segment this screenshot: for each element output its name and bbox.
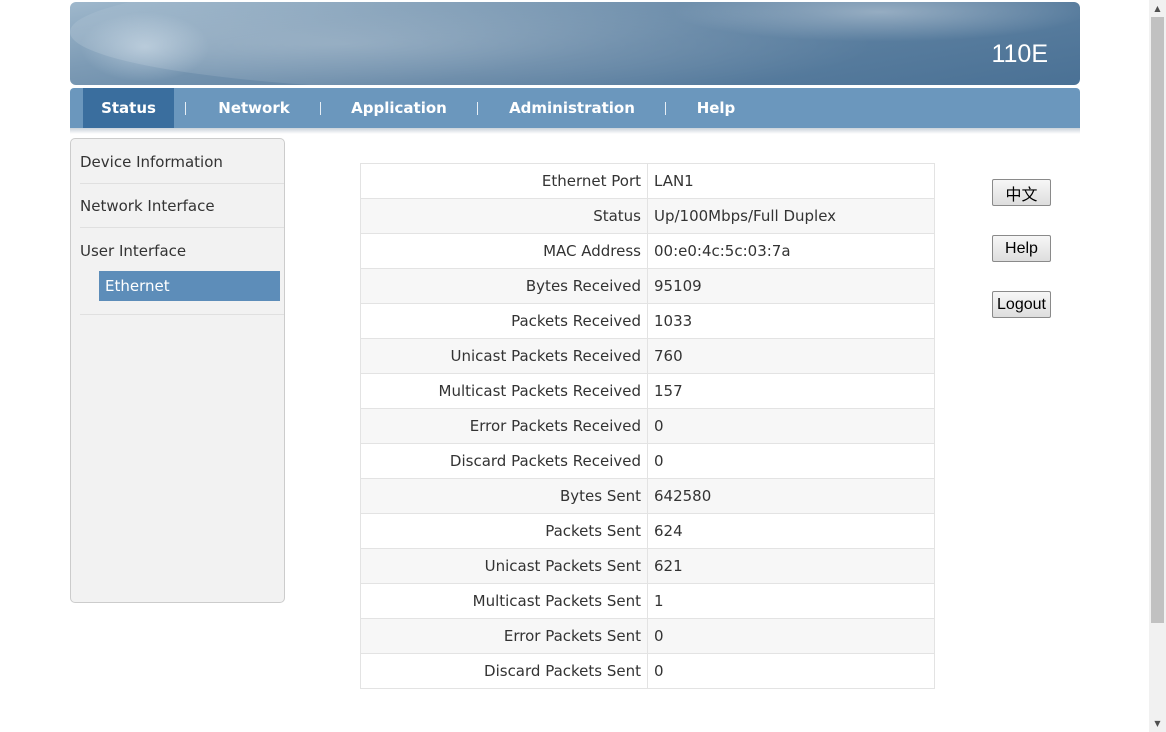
stat-label: Error Packets Received: [360, 408, 648, 444]
table-row: Discard Packets Received 0: [360, 443, 935, 479]
stat-value: Up/100Mbps/Full Duplex: [647, 198, 935, 234]
nav-status[interactable]: Status: [83, 88, 174, 128]
stat-label: Status: [360, 198, 648, 234]
nav-separator: [320, 102, 321, 115]
stat-value: 760: [647, 338, 935, 374]
stat-label: Multicast Packets Received: [360, 373, 648, 409]
stat-value: 624: [647, 513, 935, 549]
scroll-up-arrow-icon[interactable]: ▲: [1149, 0, 1166, 17]
table-row: Status Up/100Mbps/Full Duplex: [360, 198, 935, 234]
logout-button[interactable]: Logout: [992, 291, 1051, 318]
banner-decoration: [80, 12, 210, 82]
table-row: Discard Packets Sent 0: [360, 653, 935, 689]
stat-label: MAC Address: [360, 233, 648, 269]
stat-value: 95109: [647, 268, 935, 304]
stat-label: Unicast Packets Received: [360, 338, 648, 374]
stat-label: Unicast Packets Sent: [360, 548, 648, 584]
stat-value: 0: [647, 443, 935, 479]
stat-label: Multicast Packets Sent: [360, 583, 648, 619]
stat-value: 157: [647, 373, 935, 409]
device-model: 110E: [991, 40, 1048, 68]
page: 110E Status Network Application Administ…: [0, 0, 1149, 732]
stat-value: 0: [647, 618, 935, 654]
nav-administration[interactable]: Administration: [494, 88, 650, 128]
nav-shadow: [70, 128, 1080, 134]
stat-value: 00:e0:4c:5c:03:7a: [647, 233, 935, 269]
scroll-down-arrow-icon[interactable]: ▼: [1149, 715, 1166, 732]
stat-value: 642580: [647, 478, 935, 514]
stat-value: 0: [647, 408, 935, 444]
table-row: Multicast Packets Sent 1: [360, 583, 935, 619]
nav-application[interactable]: Application: [336, 88, 462, 128]
stat-value: LAN1: [647, 163, 935, 199]
table-row: Bytes Received 95109: [360, 268, 935, 304]
header-banner: 110E: [70, 2, 1080, 85]
main-nav: Status Network Application Administratio…: [70, 88, 1080, 128]
stat-value: 1033: [647, 303, 935, 339]
table-row: Multicast Packets Received 157: [360, 373, 935, 409]
nav-help[interactable]: Help: [682, 88, 750, 128]
stat-value: 621: [647, 548, 935, 584]
table-row: Error Packets Sent 0: [360, 618, 935, 654]
nav-separator: [665, 102, 666, 115]
stat-value: 1: [647, 583, 935, 619]
stat-value: 0: [647, 653, 935, 689]
help-button[interactable]: Help: [992, 235, 1051, 262]
table-row: Bytes Sent 642580: [360, 478, 935, 514]
table-row: Error Packets Received 0: [360, 408, 935, 444]
language-button[interactable]: 中文: [992, 179, 1051, 206]
nav-network[interactable]: Network: [202, 88, 306, 128]
stat-label: Bytes Received: [360, 268, 648, 304]
sidebar-subitem-ethernet[interactable]: Ethernet: [99, 271, 280, 301]
stat-label: Ethernet Port: [360, 163, 648, 199]
table-row: Packets Received 1033: [360, 303, 935, 339]
ethernet-stats-table: Ethernet Port LAN1 Status Up/100Mbps/Full D…: [360, 163, 935, 689]
table-row: MAC Address 00:e0:4c:5c:03:7a: [360, 233, 935, 269]
table-row: Packets Sent 624: [360, 513, 935, 549]
sidebar-divider: [80, 227, 284, 228]
vertical-scrollbar[interactable]: ▲ ▼: [1149, 0, 1166, 732]
nav-separator: [185, 102, 186, 115]
sidebar-item-user-interface[interactable]: User Interface: [80, 242, 275, 260]
sidebar-divider: [80, 183, 284, 184]
table-row: Ethernet Port LAN1: [360, 163, 935, 199]
sidebar-item-device-information[interactable]: Device Information: [80, 153, 275, 171]
nav-separator: [477, 102, 478, 115]
sidebar: Device Information Network Interface Use…: [70, 138, 285, 603]
stat-label: Error Packets Sent: [360, 618, 648, 654]
stat-label: Bytes Sent: [360, 478, 648, 514]
stat-label: Packets Sent: [360, 513, 648, 549]
scroll-thumb[interactable]: [1151, 17, 1164, 623]
sidebar-divider: [80, 314, 284, 315]
stat-label: Packets Received: [360, 303, 648, 339]
stat-label: Discard Packets Sent: [360, 653, 648, 689]
sidebar-item-network-interface[interactable]: Network Interface: [80, 197, 275, 215]
table-row: Unicast Packets Received 760: [360, 338, 935, 374]
stat-label: Discard Packets Received: [360, 443, 648, 479]
table-row: Unicast Packets Sent 621: [360, 548, 935, 584]
